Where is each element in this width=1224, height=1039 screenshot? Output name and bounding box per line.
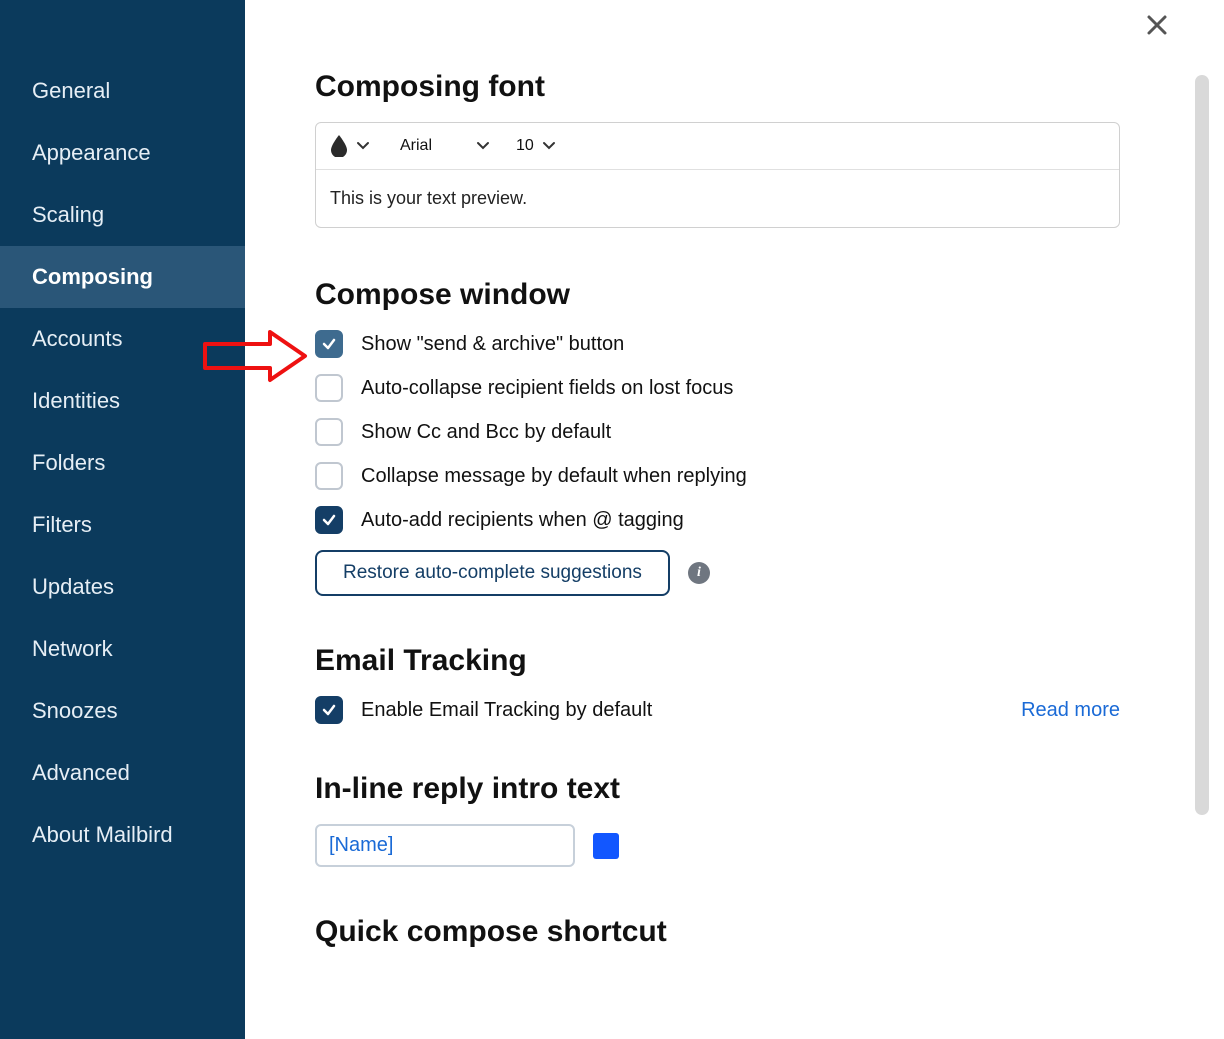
section-inline-reply: In-line reply intro text [315,772,1120,867]
section-email-tracking: Email Tracking Enable Email Tracking by … [315,644,1120,724]
check-icon [321,512,337,528]
close-icon [1146,10,1168,43]
sidebar-item-label: Folders [32,450,105,475]
sidebar-item-label: About Mailbird [32,822,173,847]
checkbox[interactable] [315,374,343,402]
sidebar-item-label: Network [32,636,113,661]
checkbox[interactable] [315,418,343,446]
chevron-down-icon [542,139,556,153]
option-label: Auto-add recipients when @ tagging [361,509,684,532]
font-size-dropdown[interactable]: 10 [516,137,556,155]
checkbox[interactable] [315,330,343,358]
sidebar-item-label: Composing [32,264,153,289]
sidebar-item-updates[interactable]: Updates [0,556,245,618]
sidebar-item-label: Updates [32,574,114,599]
sidebar-item-label: Appearance [32,140,151,165]
option-collapse-reply: Collapse message by default when replyin… [315,462,1120,490]
section-title: Composing font [315,70,1120,104]
option-auto-collapse: Auto-collapse recipient fields on lost f… [315,374,1120,402]
option-auto-add-recipients: Auto-add recipients when @ tagging [315,506,1120,534]
inline-reply-input[interactable] [315,824,575,867]
sidebar-item-general[interactable]: General [0,60,245,122]
read-more-link[interactable]: Read more [1021,699,1120,722]
sidebar-item-identities[interactable]: Identities [0,370,245,432]
chevron-down-icon [476,139,490,153]
sidebar-item-snoozes[interactable]: Snoozes [0,680,245,742]
sidebar-item-label: General [32,78,110,103]
option-label: Enable Email Tracking by default [361,699,652,722]
drop-icon [330,135,348,157]
font-preview-text: This is your text preview. [316,170,1119,227]
checkbox[interactable] [315,506,343,534]
section-compose-window: Compose window Show "send & archive" but… [315,278,1120,596]
sidebar-item-composing[interactable]: Composing [0,246,245,308]
close-button[interactable] [1146,12,1168,42]
option-label: Show "send & archive" button [361,333,624,356]
option-send-archive: Show "send & archive" button [315,330,1120,358]
info-icon[interactable]: i [688,562,710,584]
check-icon [321,336,337,352]
sidebar-item-folders[interactable]: Folders [0,432,245,494]
font-name-value: Arial [400,137,432,155]
font-color-dropdown[interactable] [330,135,370,157]
scrollbar[interactable] [1195,75,1209,815]
sidebar-item-label: Identities [32,388,120,413]
sidebar-item-accounts[interactable]: Accounts [0,308,245,370]
sidebar-item-filters[interactable]: Filters [0,494,245,556]
sidebar-item-label: Advanced [32,760,130,785]
checkbox[interactable] [315,696,343,724]
sidebar-item-network[interactable]: Network [0,618,245,680]
check-icon [321,702,337,718]
checkbox[interactable] [315,462,343,490]
option-show-cc-bcc: Show Cc and Bcc by default [315,418,1120,446]
section-title: In-line reply intro text [315,772,1120,806]
option-label: Collapse message by default when replyin… [361,465,747,488]
section-quick-compose: Quick compose shortcut [315,915,1120,949]
sidebar-item-advanced[interactable]: Advanced [0,742,245,804]
section-title: Quick compose shortcut [315,915,1120,949]
font-family-dropdown[interactable]: Arial [382,137,490,155]
font-size-value: 10 [516,137,534,155]
font-settings-box: Arial 10 This is your text preview. [315,122,1120,228]
settings-main: Composing font Arial [245,0,1190,1039]
chevron-down-icon [356,139,370,153]
settings-sidebar: General Appearance Scaling Composing Acc… [0,0,245,1039]
sidebar-item-scaling[interactable]: Scaling [0,184,245,246]
sidebar-item-label: Filters [32,512,92,537]
sidebar-item-about[interactable]: About Mailbird [0,804,245,866]
sidebar-item-label: Accounts [32,326,123,351]
option-label: Show Cc and Bcc by default [361,421,611,444]
restore-autocomplete-button[interactable]: Restore auto-complete suggestions [315,550,670,596]
sidebar-item-label: Scaling [32,202,104,227]
section-title: Email Tracking [315,644,1120,678]
section-composing-font: Composing font Arial [315,70,1120,228]
color-swatch[interactable] [593,833,619,859]
section-title: Compose window [315,278,1120,312]
button-label: Restore auto-complete suggestions [343,562,642,584]
sidebar-item-appearance[interactable]: Appearance [0,122,245,184]
option-label: Auto-collapse recipient fields on lost f… [361,377,733,400]
sidebar-item-label: Snoozes [32,698,118,723]
